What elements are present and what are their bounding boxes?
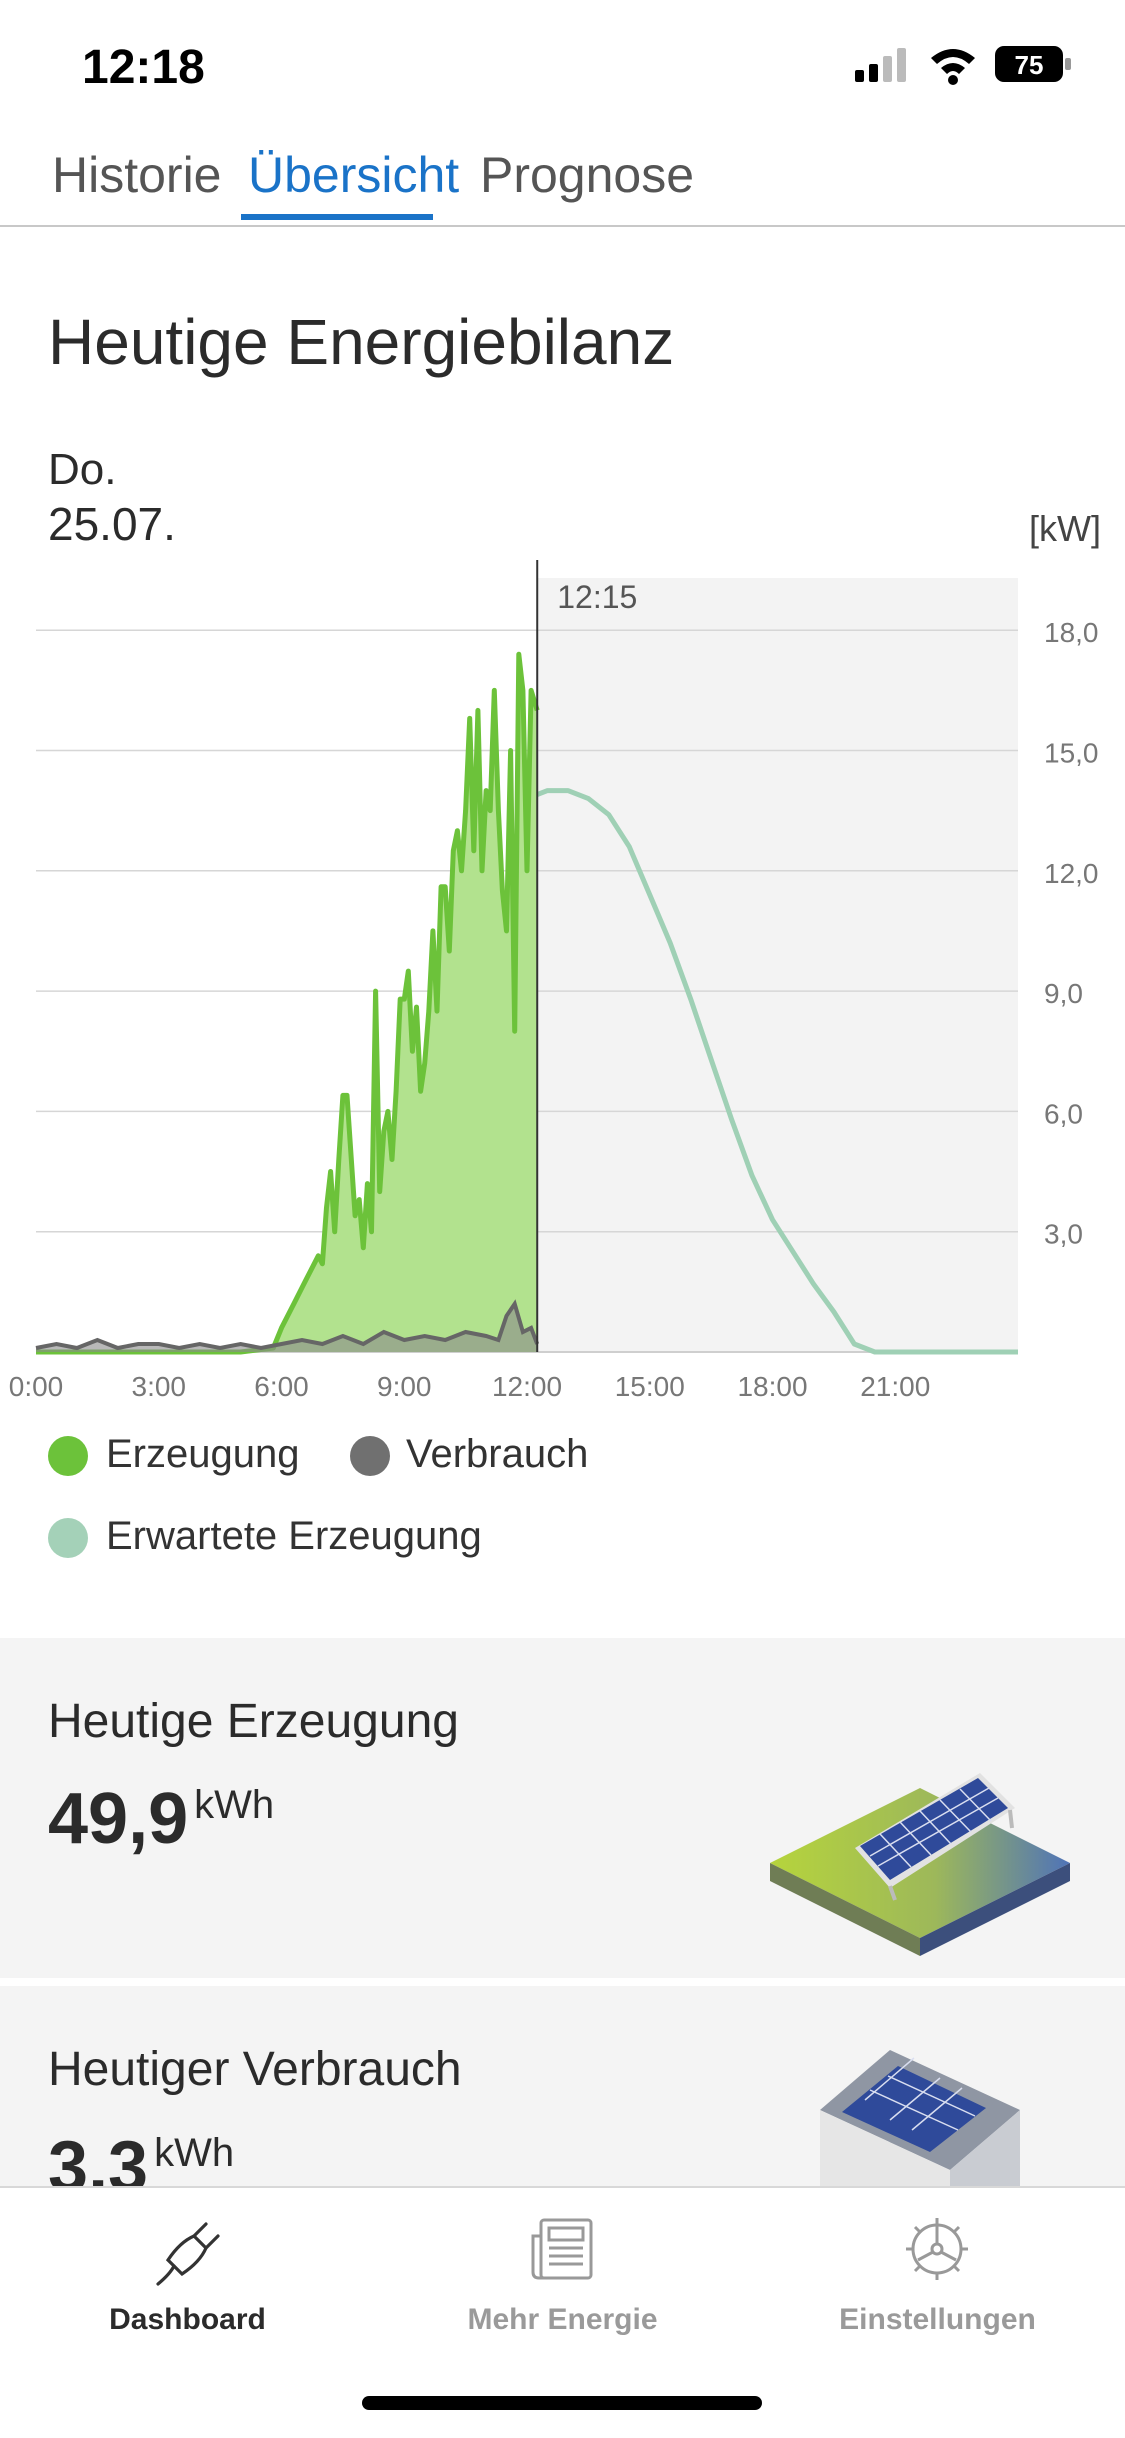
- legend-dot-erwartete-erzeugung: [48, 1518, 88, 1558]
- status-time: 12:18: [82, 41, 205, 94]
- card-consumption[interactable]: Heutiger Verbrauch 3,3 kWh: [0, 1986, 1125, 2186]
- gear-icon: [906, 2218, 968, 2280]
- nav-label-mehr-energie: Mehr Energie: [467, 2303, 658, 2336]
- status-icons: 75: [855, 46, 1071, 85]
- energy-chart: 3,0 6,0 9,0 12,0 15,0 18,0 0:00 3:00 6:00 9:00 12:…: [9, 560, 1099, 1400]
- generation-value: 49,9 kWh: [48, 1779, 275, 1859]
- solar-panel-icon: [770, 1773, 1070, 1956]
- active-tab-indicator: [241, 214, 433, 220]
- x-tick-label: 9:00: [377, 1371, 432, 1400]
- legend-dot-verbrauch: [350, 1436, 390, 1476]
- consumption-label: Heutiger Verbrauch: [48, 2043, 462, 2096]
- x-tick-label: 3:00: [132, 1371, 187, 1400]
- now-marker-label: 12:15: [557, 579, 637, 615]
- home-indicator: [362, 2396, 762, 2410]
- x-tick-label: 18:00: [737, 1371, 807, 1400]
- nav-mehr-energie[interactable]: Mehr Energie: [375, 2188, 750, 2348]
- wifi-icon: [931, 49, 975, 85]
- x-tick-label: 21:00: [860, 1371, 930, 1400]
- nav-einstellungen[interactable]: Einstellungen: [750, 2188, 1125, 2348]
- page-title: Heutige Energiebilanz: [48, 306, 675, 378]
- y-tick-label: 15,0: [1044, 738, 1099, 769]
- forecast-region: [537, 578, 1018, 1352]
- y-tick-label: 3,0: [1044, 1219, 1083, 1250]
- x-tick-label: 6:00: [254, 1371, 309, 1400]
- y-tick-label: 9,0: [1044, 978, 1083, 1009]
- tab-bar: Historie Übersicht Prognose: [0, 130, 1125, 227]
- consumption-unit: kWh: [154, 2131, 235, 2175]
- battery-level: 75: [1015, 50, 1044, 80]
- signal-icon: [855, 48, 906, 82]
- y-tick-label: 12,0: [1044, 858, 1099, 889]
- house-icon: [820, 2050, 1020, 2186]
- chart-unit: [kW]: [1029, 508, 1101, 549]
- generation-unit: kWh: [194, 1783, 275, 1827]
- legend-label-erzeugung: Erzeugung: [106, 1432, 300, 1476]
- card-generation[interactable]: Heutige Erzeugung 49,9 kWh: [0, 1638, 1125, 1978]
- generation-label: Heutige Erzeugung: [48, 1695, 459, 1748]
- legend-label-verbrauch: Verbrauch: [406, 1432, 589, 1476]
- tab-historie[interactable]: Historie: [52, 146, 221, 204]
- battery-icon: 75: [995, 46, 1071, 82]
- status-bar: 12:18 75: [0, 0, 1125, 130]
- nav-label-einstellungen: Einstellungen: [839, 2303, 1036, 2336]
- newspaper-icon: [531, 2218, 593, 2280]
- legend-label-erwartete-erzeugung: Erwartete Erzeugung: [106, 1514, 482, 1558]
- series-erzeugung-area: [36, 654, 538, 1352]
- chart-day: Do.: [48, 445, 117, 494]
- nav-label-dashboard: Dashboard: [109, 2303, 266, 2336]
- nav-dashboard[interactable]: Dashboard: [0, 2188, 375, 2348]
- chart-date: 25.07.: [48, 498, 176, 550]
- y-tick-label: 18,0: [1044, 617, 1099, 648]
- consumption-value: 3,3 kWh: [48, 2127, 235, 2186]
- legend-dot-erzeugung: [48, 1436, 88, 1476]
- x-tick-label: 15:00: [615, 1371, 685, 1400]
- plug-icon: [156, 2222, 220, 2286]
- x-tick-label: 12:00: [492, 1371, 562, 1400]
- x-tick-label: 0:00: [9, 1371, 64, 1400]
- tab-prognose[interactable]: Prognose: [480, 146, 694, 204]
- tab-uebersicht[interactable]: Übersicht: [248, 146, 459, 204]
- y-tick-label: 6,0: [1044, 1098, 1083, 1129]
